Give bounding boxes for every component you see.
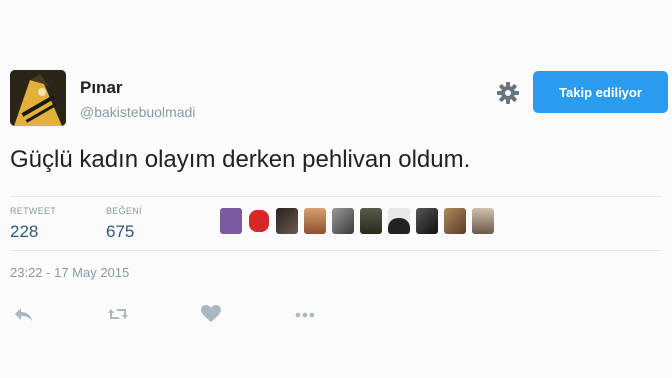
liker-avatar[interactable] [304, 208, 326, 234]
liker-avatar[interactable] [472, 208, 494, 234]
liker-avatar[interactable] [332, 208, 354, 234]
liker-avatars [220, 208, 494, 238]
user-handle[interactable]: @bakistebuolmadi [80, 104, 195, 120]
user-name[interactable]: Pınar [80, 78, 123, 98]
like-count[interactable]: 675 [106, 222, 134, 242]
divider [10, 196, 662, 197]
heart-icon[interactable] [200, 305, 222, 323]
liker-avatar[interactable] [276, 208, 298, 234]
divider [10, 250, 662, 251]
liker-avatar[interactable] [360, 208, 382, 234]
liker-avatar[interactable] [416, 208, 438, 234]
avatar-image [10, 70, 66, 126]
reply-icon[interactable] [12, 305, 34, 323]
liker-avatar[interactable] [388, 208, 410, 234]
following-button[interactable]: Takip ediliyor [533, 71, 668, 113]
liker-avatar[interactable] [444, 208, 466, 234]
tweet-card: Pınar @bakistebuolmadi Takip ediliyor Gü… [0, 0, 672, 378]
timestamp[interactable]: 23:22 - 17 May 2015 [10, 265, 129, 280]
liker-avatar[interactable] [248, 208, 270, 234]
tweet-text: Güçlü kadın olayım derken pehlivan oldum… [10, 146, 471, 173]
retweet-icon[interactable] [107, 305, 129, 323]
avatar[interactable] [10, 70, 66, 126]
more-icon[interactable] [294, 305, 316, 323]
liker-avatar[interactable] [220, 208, 242, 234]
like-label: BEĞENİ [106, 206, 142, 216]
retweet-count[interactable]: 228 [10, 222, 38, 242]
gear-icon[interactable] [496, 81, 520, 105]
retweet-label: RETWEET [10, 206, 57, 216]
